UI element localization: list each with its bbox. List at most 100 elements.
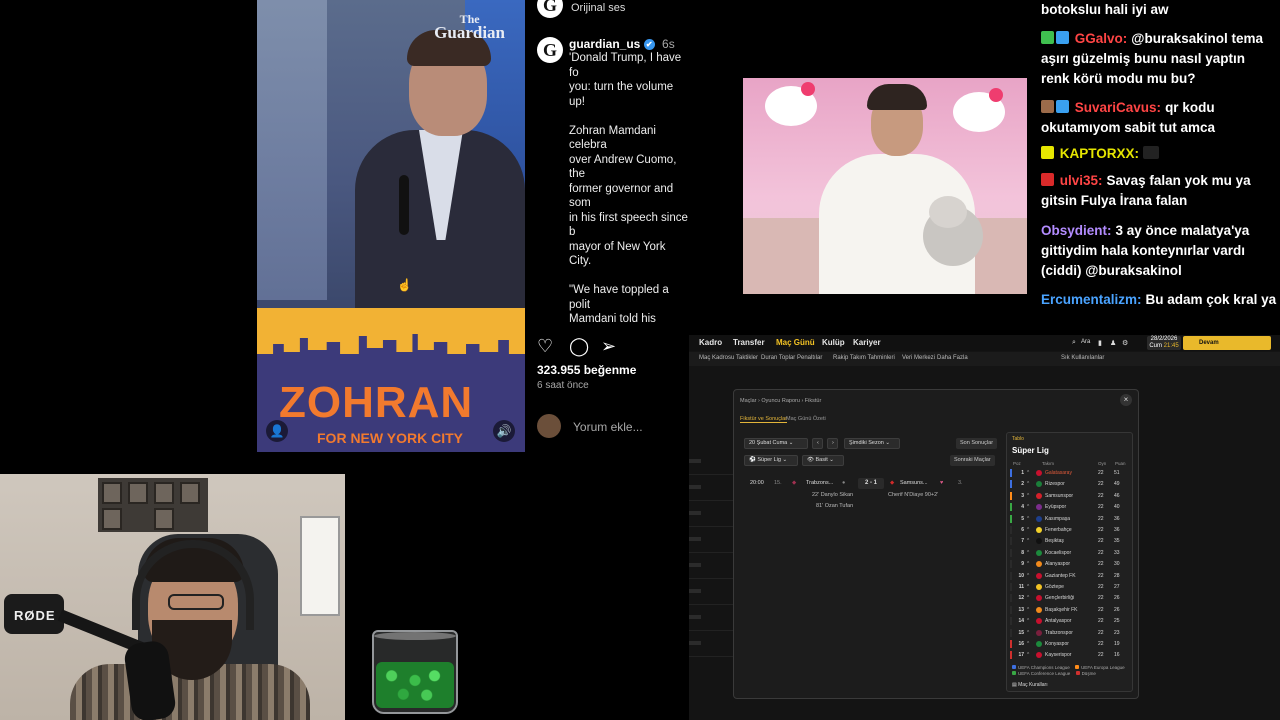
team-name[interactable]: Kayserispor [1045,652,1071,658]
table-row[interactable]: 11 ⌃ Göztepe 22 27 [1010,583,1131,592]
next-matches-button[interactable]: Sonraki Maçlar [950,455,995,466]
tab-fixtures-results[interactable]: Fikstür ve Sonuçlar [740,416,788,423]
volume-icon[interactable]: 🔊 [493,420,515,442]
team-name[interactable]: Konyaspor [1045,641,1069,647]
comment-icon[interactable]: ◯ [569,336,589,357]
previous-results-button[interactable]: Son Sonuçlar [956,438,998,449]
chat-username[interactable]: Ercumentalizm: [1041,292,1142,307]
team-name[interactable]: Galatasaray [1045,470,1072,476]
league-title[interactable]: Süper Lig [1012,446,1049,455]
nav-transfer[interactable]: Transfer [733,338,765,347]
table-row[interactable]: 2 ⌃ Rizespor 22 49 [1010,480,1131,489]
breadcrumb[interactable]: Maçlar › Oyuncu Raporu › Fikstür [740,398,821,404]
team-name[interactable]: Gençlerbirliği [1045,595,1074,601]
chat-username[interactable]: SuvariCavus: [1075,100,1161,115]
away-team[interactable]: Samsuns... [900,480,928,486]
team-name[interactable]: Kocaelispor [1045,550,1071,556]
chat-username[interactable]: KAPTORXX: [1060,146,1139,161]
man-hair [867,84,927,110]
subnav-set-pieces[interactable]: Duran Toplar [761,355,795,361]
team-name[interactable]: Kasımpaşa [1045,516,1070,522]
team-name[interactable]: Göztepe [1045,584,1064,590]
prev-post-audio[interactable]: Orijinal ses [571,2,625,14]
share-icon[interactable]: ➢ [601,336,616,357]
inbox-icon[interactable]: ▮ [1098,339,1102,347]
games-played: 22 [1098,481,1104,488]
author-avatar[interactable]: G [537,37,563,63]
prev-post-avatar[interactable]: G [537,0,563,18]
table-row[interactable]: 15 ⌃ Trabzonspor 22 23 [1010,628,1131,638]
nav-career[interactable]: Kariyer [853,338,881,347]
table-row[interactable]: 4 ⌃ Eyüpspor 22 40 [1010,503,1131,512]
nav-matchday[interactable]: Maç Günü [776,338,815,347]
table-row[interactable]: 13 ⌃ Başakşehir FK 22 26 [1010,605,1131,615]
picture-frame [154,482,174,504]
team-name[interactable]: Gaziantep FK [1045,573,1076,579]
team-name[interactable]: Eyüpspor [1045,504,1066,510]
ball-icon: ● [842,480,846,486]
round-select[interactable]: 20 Şubat Cuma ⌄ [744,438,808,449]
table-row[interactable]: 17 ⌃ Kayserispor 22 16 [1010,651,1131,660]
table-row[interactable]: 7 ⌃ Beşiktaş 22 35 [1010,537,1131,546]
subnav-opposition[interactable]: Rakip Takım Tahminleri [833,355,895,361]
table-row[interactable]: 10 ⌃ Gaziantep FK 22 28 [1010,571,1131,581]
subnav-data-hub[interactable]: Veri Merkezi [902,355,935,361]
team-crest-icon [1036,492,1042,499]
table-row[interactable]: 5 ⌃ Kasımpaşa 22 36 [1010,514,1131,524]
table-row[interactable]: 16 ⌃ Konyaspor 22 19 [1010,640,1131,649]
chat-username[interactable]: Obsydient: [1041,223,1112,238]
team-name[interactable]: Rizespor [1045,481,1065,487]
team-name[interactable]: Trabzonspor [1045,630,1073,636]
team-points: 33 [1114,549,1120,556]
settings-icon[interactable]: ⚙ [1122,339,1128,347]
table-row[interactable]: 12 ⌃ Gençlerbirliği 22 26 [1010,594,1131,603]
favourites[interactable]: Sık Kullanılanlar [1061,355,1104,361]
search-label[interactable]: Ara [1081,339,1090,345]
instagram-video[interactable]: ZOHRAN FOR NEW YORK CITY The Guardian ☝ … [257,0,525,452]
subnav-tactics[interactable]: Taktikler [736,355,758,361]
team-position: 7 [1021,538,1024,545]
prev-round-button[interactable]: ‹ [812,438,823,449]
close-icon[interactable]: × [1120,394,1132,406]
chat-username[interactable]: ulvi35: [1060,173,1103,188]
search-icon[interactable]: ⌕ [1072,339,1076,347]
team-crest-icon [1036,538,1042,545]
chat-username[interactable]: GGalvo: [1075,31,1128,46]
tab-matchday-summary[interactable]: Maç Günü Özeti [786,416,826,422]
table-row[interactable]: 6 ⌃ Fenerbahçe 22 36 [1010,526,1131,535]
team-name[interactable]: Fenerbahçe [1045,527,1072,533]
table-row[interactable]: 9 ⌃ Alanyaspor 22 30 [1010,560,1131,569]
post-author[interactable]: guardian_us ✔ 6s [569,37,675,51]
continue-button[interactable]: Devam [1183,336,1271,350]
view-select[interactable]: 👁 Basit ⌄ [802,455,844,466]
match-score[interactable]: 2 - 1 [858,478,884,489]
team-points: 40 [1114,504,1120,511]
team-name[interactable]: Antalyaspor [1045,618,1071,624]
nav-squad[interactable]: Kadro [699,338,722,347]
profile-tag-icon[interactable]: 👤 [266,420,288,442]
team-name[interactable]: Alanyaspor [1045,561,1070,567]
next-round-button[interactable]: › [827,438,838,449]
like-count[interactable]: 323.955 beğenme [537,363,636,377]
notification-icon[interactable]: ♟ [1110,339,1116,347]
subnav-match-squad[interactable]: Maç Kadrosu [699,355,734,361]
author-name[interactable]: guardian_us [569,37,640,51]
nav-club[interactable]: Kulüp [822,338,845,347]
games-played: 22 [1098,515,1104,522]
table-row[interactable]: 8 ⌃ Kocaelispor 22 33 [1010,548,1131,558]
subnav-penalties[interactable]: Penaltılar [797,355,822,361]
table-row[interactable]: 14 ⌃ Antalyaspor 22 25 [1010,617,1131,626]
match-rules-link[interactable]: ▤ Maç Kuralları [1012,682,1048,688]
comment-input[interactable]: Yorum ekle... [573,420,643,434]
league-select[interactable]: ⚽ Süper Lig ⌄ [744,455,798,466]
team-name[interactable]: Beşiktaş [1045,538,1064,544]
team-name[interactable]: Samsunspor [1045,493,1073,499]
like-heart-icon[interactable]: ♡ [537,336,553,357]
match-row[interactable]: 20:00 15. ◆ Trabzons... ● 2 - 1 ◆ Samsun… [750,478,1010,510]
table-row[interactable]: 1 ⌃ Galatasaray 22 51 [1010,469,1131,478]
season-select[interactable]: Şimdiki Sezon ⌄ [844,438,900,449]
table-row[interactable]: 3 ⌃ Samsunspor 22 46 [1010,491,1131,501]
subnav-more[interactable]: Daha Fazla [937,355,968,361]
home-team[interactable]: Trabzons... [806,480,833,486]
team-name[interactable]: Başakşehir FK [1045,607,1078,613]
